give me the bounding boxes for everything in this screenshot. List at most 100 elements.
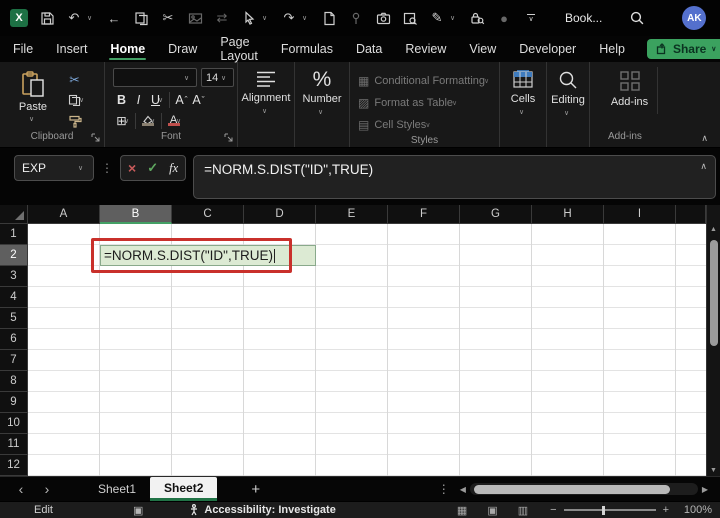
undo-icon[interactable]: ↶ <box>66 10 82 26</box>
row-header-9[interactable]: 9 <box>0 392 28 413</box>
new-file-icon[interactable] <box>321 10 337 26</box>
row-header-12[interactable]: 12 <box>0 455 28 476</box>
copy-dropdown-icon[interactable]: ∨ <box>79 96 87 104</box>
confirm-entry-button[interactable]: ✓ <box>147 160 158 176</box>
cells-button[interactable]: Cells ∨ <box>500 62 546 116</box>
touch-mode-dropdown-icon[interactable]: ∨ <box>262 14 270 22</box>
tab-file[interactable]: File <box>12 38 34 60</box>
column-header-e[interactable]: E <box>316 205 388 224</box>
paste-dropdown-icon[interactable]: ∨ <box>29 115 37 123</box>
cut-icon[interactable]: ✂ <box>160 10 176 26</box>
redo-icon[interactable]: ↷ <box>281 10 297 26</box>
qat-overflow-icon[interactable]: ∨ <box>523 10 539 26</box>
hscroll-right-icon[interactable]: ▶ <box>702 485 708 494</box>
font-size-select[interactable]: 14 ∨ <box>201 68 234 87</box>
row-header-6[interactable]: 6 <box>0 329 28 350</box>
accessibility-status[interactable]: Accessibility: Investigate <box>189 504 336 516</box>
hscroll-thumb[interactable] <box>473 484 670 494</box>
alignment-button[interactable]: Alignment ∨ <box>238 62 294 115</box>
vertical-scroll-thumb[interactable] <box>710 240 718 346</box>
column-header-i[interactable]: I <box>604 205 676 224</box>
search-icon[interactable] <box>629 10 645 26</box>
view-page-layout-icon[interactable]: ▣ <box>487 504 497 517</box>
view-normal-icon[interactable]: ▦ <box>457 504 467 517</box>
grow-font-button[interactable]: Aˆ <box>173 91 190 108</box>
column-header-b[interactable]: B <box>100 205 172 224</box>
cancel-entry-button[interactable]: × <box>128 160 136 176</box>
sheet-nav-right-icon[interactable]: › <box>34 481 60 497</box>
column-header-a[interactable]: A <box>28 205 100 224</box>
hscroll-left-icon[interactable]: ◀ <box>460 485 466 494</box>
addins-button[interactable]: Add-ins <box>602 67 658 114</box>
paste-button[interactable]: Paste ∨ <box>10 67 56 123</box>
scroll-down-icon[interactable]: ▼ <box>710 467 717 474</box>
tab-review[interactable]: Review <box>404 38 447 60</box>
redo-dropdown-icon[interactable]: ∨ <box>302 14 310 22</box>
row-header-3[interactable]: 3 <box>0 266 28 287</box>
fill-color-dropdown-icon[interactable]: ∨ <box>150 117 158 125</box>
cut-button[interactable]: ✂ <box>66 71 83 88</box>
bold-button[interactable]: B <box>113 91 130 108</box>
cell-styles-button[interactable]: ▤ Cell Styles ∨ <box>350 114 433 135</box>
format-painter-button[interactable] <box>66 113 83 130</box>
zoom-level[interactable]: 100% <box>676 504 712 516</box>
formula-input[interactable]: =NORM.S.DIST("ID",TRUE) ∧ <box>193 155 716 199</box>
borders-dropdown-icon[interactable]: ∨ <box>124 117 132 125</box>
tab-data[interactable]: Data <box>355 38 383 60</box>
font-dialog-launcher-icon[interactable] <box>224 133 233 145</box>
save-icon[interactable] <box>39 10 55 26</box>
tab-home[interactable]: Home <box>109 38 146 60</box>
shrink-font-button[interactable]: Aˇ <box>190 91 207 108</box>
camera-icon[interactable] <box>375 10 391 26</box>
preview-icon[interactable] <box>402 10 418 26</box>
italic-button[interactable]: I <box>130 91 147 108</box>
column-header-g[interactable]: G <box>460 205 532 224</box>
row-header-11[interactable]: 11 <box>0 434 28 455</box>
zoom-in-button[interactable]: + <box>663 504 669 516</box>
draw-pen-icon[interactable]: ✎ <box>429 10 445 26</box>
tab-help[interactable]: Help <box>598 38 626 60</box>
zoom-out-button[interactable]: − <box>550 504 556 516</box>
tab-view[interactable]: View <box>468 38 497 60</box>
sheet-nav-left-icon[interactable]: ‹ <box>8 481 34 497</box>
editing-button[interactable]: Editing ∨ <box>547 62 589 117</box>
tab-draw[interactable]: Draw <box>167 38 198 60</box>
clipboard-dialog-launcher-icon[interactable] <box>91 133 100 145</box>
font-name-select[interactable]: ∨ <box>113 68 197 87</box>
name-box-dropdown-icon[interactable]: ∨ <box>78 164 86 172</box>
insert-function-button[interactable]: fx <box>169 161 178 176</box>
sheet-tab-sheet2[interactable]: Sheet2 <box>150 477 218 501</box>
avatar[interactable]: AK <box>682 6 707 30</box>
zoom-slider[interactable] <box>563 505 656 515</box>
formula-bar-grip-icon[interactable]: ⋮ <box>101 161 113 175</box>
font-color-dropdown-icon[interactable]: ∨ <box>176 117 184 125</box>
row-header-4[interactable]: 4 <box>0 287 28 308</box>
row-header-10[interactable]: 10 <box>0 413 28 434</box>
name-box[interactable]: EXP ∨ <box>14 155 94 181</box>
column-header-partial[interactable] <box>676 205 706 224</box>
row-header-5[interactable]: 5 <box>0 308 28 329</box>
hscroll-track[interactable] <box>469 483 698 495</box>
back-icon[interactable]: ← <box>106 10 122 26</box>
view-page-break-icon[interactable]: ▥ <box>518 504 528 517</box>
copy-icon[interactable] <box>133 10 149 26</box>
add-sheet-button[interactable]: + <box>251 481 260 498</box>
column-header-f[interactable]: F <box>388 205 460 224</box>
touch-mode-icon[interactable] <box>241 10 257 26</box>
format-as-table-button[interactable]: ▨ Format as Table ∨ <box>350 92 460 113</box>
vertical-scrollbar[interactable]: ▲ ▼ <box>706 224 720 476</box>
column-header-c[interactable]: C <box>172 205 244 224</box>
column-header-h[interactable]: H <box>532 205 604 224</box>
underline-dropdown-icon[interactable]: ∨ <box>158 96 166 104</box>
row-header-2[interactable]: 2 <box>0 245 28 266</box>
sheet-tab-sheet1[interactable]: Sheet1 <box>84 477 150 501</box>
sheetbar-more-icon[interactable]: ⋮ <box>438 482 450 496</box>
excel-app-icon[interactable]: X <box>10 9 28 27</box>
select-all-corner[interactable] <box>0 205 28 224</box>
undo-dropdown-icon[interactable]: ∨ <box>87 14 95 22</box>
lock-inspect-icon[interactable] <box>469 10 485 26</box>
draw-pen-dropdown-icon[interactable]: ∨ <box>450 14 458 22</box>
horizontal-scrollbar[interactable]: ◀ ▶ <box>460 483 708 495</box>
number-button[interactable]: % Number ∨ <box>295 62 349 116</box>
conditional-formatting-button[interactable]: ▦ Conditional Formatting ∨ <box>350 70 492 91</box>
